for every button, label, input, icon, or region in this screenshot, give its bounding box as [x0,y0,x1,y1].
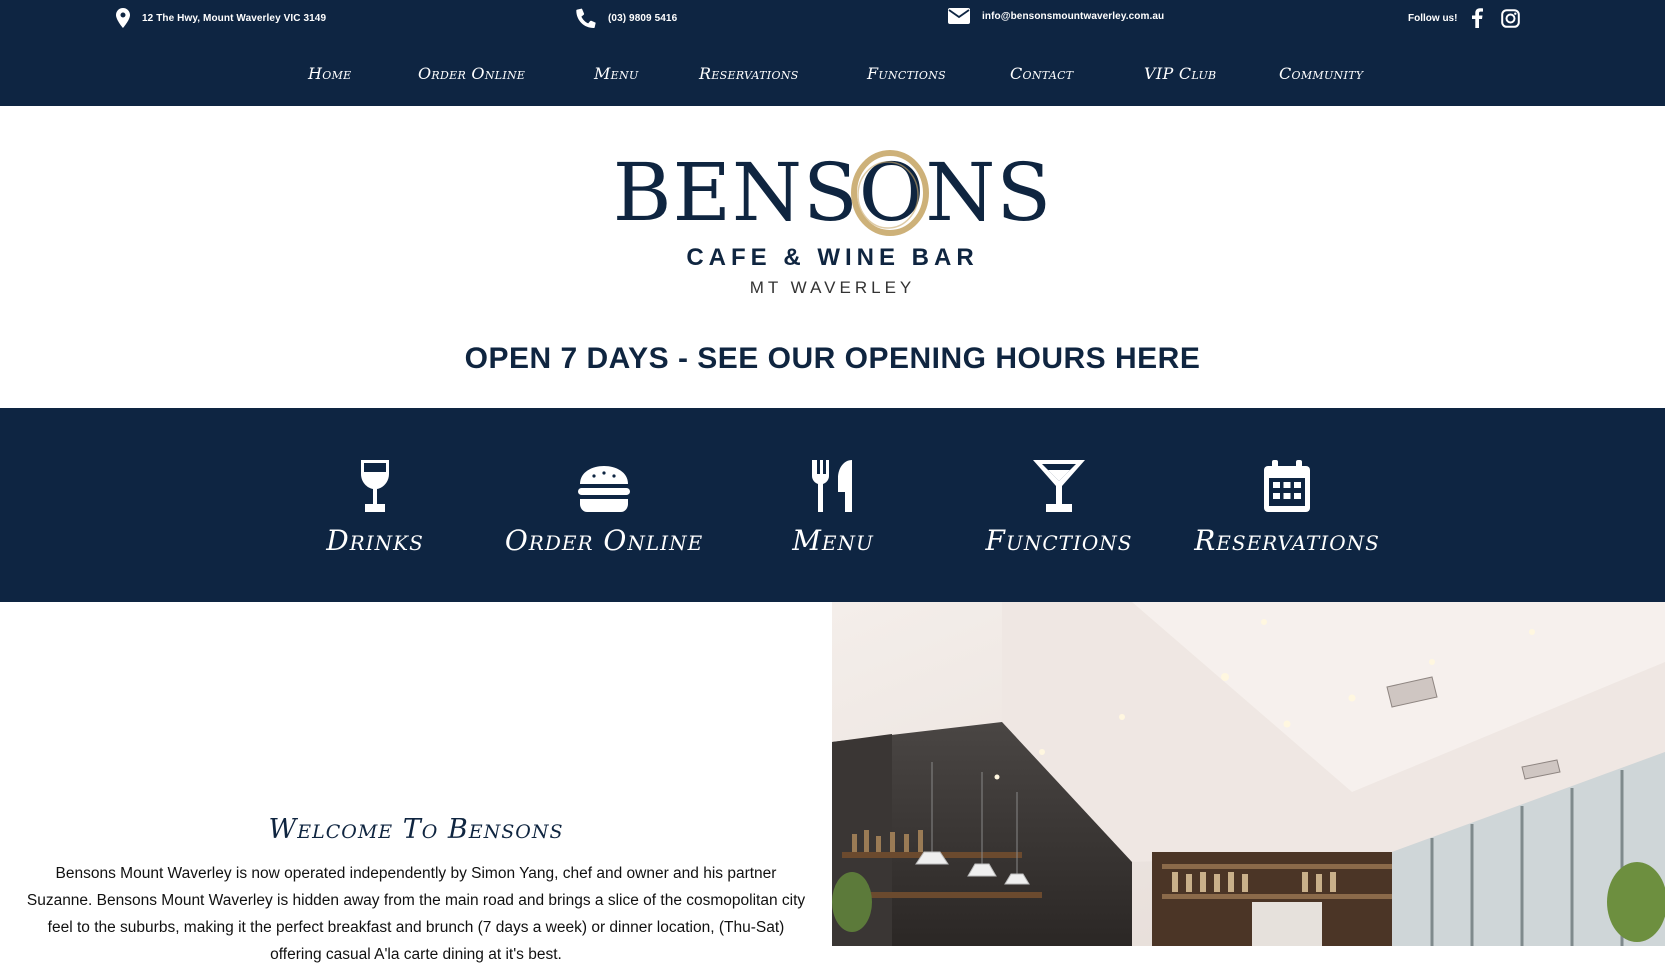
quick-links-band: Drinks Order Online Menu Functions Reser… [0,408,1665,602]
envelope-icon [948,8,970,24]
logo-section: BENSONS CAFE & WINE BAR MT WAVERLEY OPEN… [0,106,1665,408]
phone-text: (03) 9809 5416 [608,12,678,24]
nav-order-online[interactable]: Order Online [418,64,525,83]
email-text: info@bensonsmountwaverley.com.au [982,10,1165,22]
address-text: 12 The Hwy, Mount Waverley VIC 3149 [142,12,327,24]
utensils-icon [718,456,948,512]
phone-icon [576,8,596,28]
main-navigation: Home Order Online Menu Reservations Func… [0,64,1665,84]
quick-link-label: Reservations [1194,524,1380,557]
nav-reservations[interactable]: Reservations [699,64,799,83]
burger-icon [489,456,719,512]
quick-link-label: Drinks [326,524,424,557]
social-links: Follow us! [1408,8,1538,28]
email-info[interactable]: info@bensonsmountwaverley.com.au [948,8,1164,24]
logo-subtitle: CAFE & WINE BAR [686,244,979,271]
map-pin-icon [116,8,130,28]
wine-glass-icon [260,456,490,512]
quick-link-functions[interactable]: Functions [944,456,1174,557]
quick-link-label: Functions [985,524,1133,557]
instagram-icon[interactable] [1501,8,1521,28]
logo-wordmark: BENSONS [612,146,1053,239]
nav-home[interactable]: Home [308,64,351,83]
cocktail-icon [944,456,1174,512]
follow-label: Follow us! [1408,12,1458,24]
quick-link-label: Order Online [504,524,704,557]
phone-info[interactable]: (03) 9809 5416 [576,8,677,28]
quick-link-order-online[interactable]: Order Online [489,456,719,557]
quick-link-menu[interactable]: Menu [718,456,948,557]
quick-link-label: Menu [792,524,874,557]
address-info[interactable]: 12 The Hwy, Mount Waverley VIC 3149 [116,8,326,28]
facebook-icon[interactable] [1471,8,1484,28]
quick-link-reservations[interactable]: Reservations [1172,456,1402,557]
nav-menu[interactable]: Menu [594,64,639,83]
nav-community[interactable]: Community [1279,64,1363,83]
welcome-title: Welcome To Bensons [268,814,564,845]
welcome-section: Welcome To Bensons Bensons Mount Waverle… [0,602,832,963]
nav-vip-club[interactable]: VIP Club [1144,64,1216,83]
welcome-body: Bensons Mount Waverley is now operated i… [26,865,806,963]
logo-location: MT WAVERLEY [749,278,916,297]
nav-functions[interactable]: Functions [867,64,946,83]
calendar-icon [1172,456,1402,512]
quick-link-drinks[interactable]: Drinks [260,456,490,557]
top-header: 12 The Hwy, Mount Waverley VIC 3149 (03)… [0,0,1665,106]
wine-ring-icon [851,150,929,236]
opening-hours-link[interactable]: OPEN 7 DAYS - SEE OUR OPENING HOURS HERE [0,342,1665,376]
nav-contact[interactable]: Contact [1010,64,1073,83]
restaurant-interior-photo [832,602,1665,946]
